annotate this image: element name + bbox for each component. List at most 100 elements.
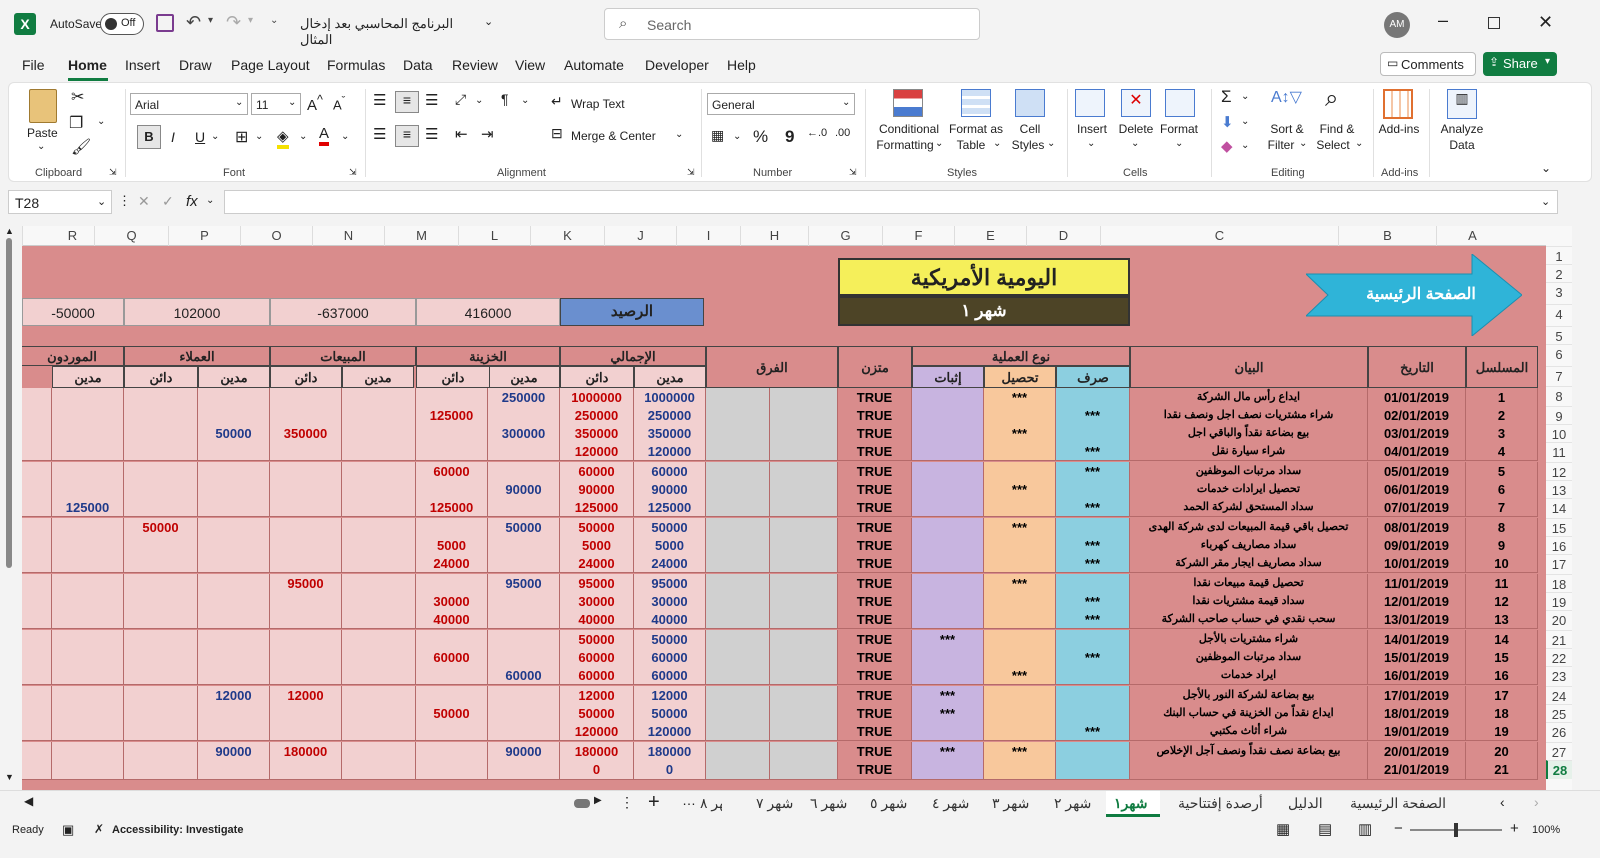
- cell-pr[interactable]: [912, 498, 984, 517]
- cell-sc[interactable]: [22, 722, 52, 741]
- cell-sc[interactable]: [22, 518, 52, 537]
- cell-oc[interactable]: [270, 406, 342, 425]
- cell-n[interactable]: 6: [1466, 480, 1538, 499]
- cell-mc[interactable]: [416, 686, 488, 705]
- cell-qc[interactable]: [124, 742, 198, 761]
- cell-kc[interactable]: 40000: [560, 610, 634, 629]
- cell-jd[interactable]: 1000000: [634, 388, 706, 407]
- cell-nd[interactable]: [342, 518, 416, 537]
- cell-rd[interactable]: [52, 480, 124, 499]
- add-ins-icon[interactable]: [1383, 89, 1413, 119]
- sheet-tab[interactable]: الصفحة الرئيسية: [1350, 795, 1446, 812]
- scroll-down-icon[interactable]: ▼: [5, 772, 14, 782]
- select-all-corner[interactable]: [1546, 226, 1572, 246]
- font-size-select[interactable]: 11 ⌄: [251, 93, 301, 115]
- cell-sc[interactable]: [22, 610, 52, 629]
- cell-rd[interactable]: [52, 518, 124, 537]
- menu-automate[interactable]: Automate: [564, 57, 624, 73]
- row-header[interactable]: 22: [1546, 648, 1572, 667]
- cell-ld[interactable]: [488, 610, 560, 629]
- cell-nd[interactable]: [342, 536, 416, 555]
- cell-sp[interactable]: [1056, 518, 1130, 537]
- scroll-right-icon[interactable]: ▶: [594, 795, 602, 806]
- cell-sp[interactable]: [1056, 760, 1130, 780]
- cell-ld[interactable]: 90000: [488, 742, 560, 761]
- cell-oc[interactable]: [270, 554, 342, 573]
- menu-file[interactable]: File: [22, 57, 45, 73]
- cell-pr[interactable]: [912, 610, 984, 629]
- row-header[interactable]: 11: [1546, 442, 1572, 461]
- cell-kc[interactable]: 350000: [560, 424, 634, 443]
- cell-n[interactable]: 7: [1466, 498, 1538, 517]
- cell-qc[interactable]: [124, 498, 198, 517]
- cell-desc[interactable]: ايداع رأس مال الشركة: [1130, 388, 1368, 407]
- cell-sc[interactable]: [22, 574, 52, 593]
- cell-__h[interactable]: [706, 610, 770, 629]
- cell-ok[interactable]: TRUE: [838, 760, 912, 780]
- cell-desc[interactable]: سحب نقدي في حساب صاحب الشركة: [1130, 610, 1368, 629]
- cell-qc[interactable]: [124, 480, 198, 499]
- cell-ld[interactable]: [488, 704, 560, 723]
- cell-nd[interactable]: [342, 442, 416, 461]
- align-top-icon[interactable]: ☰: [373, 91, 386, 109]
- cell-mc[interactable]: [416, 480, 488, 499]
- document-title[interactable]: البرنامج المحاسبي بعد إدخال المثال: [300, 16, 480, 48]
- cell-oc[interactable]: [270, 704, 342, 723]
- fx-chevron-icon[interactable]: ⌄: [206, 195, 214, 206]
- cell-ok[interactable]: TRUE: [838, 536, 912, 555]
- cell-n[interactable]: 10: [1466, 554, 1538, 573]
- cell-__h[interactable]: [706, 648, 770, 667]
- cell-pd[interactable]: [198, 574, 270, 593]
- cell-pr[interactable]: [912, 760, 984, 780]
- cell-co[interactable]: ***: [984, 574, 1056, 593]
- name-box[interactable]: T28 ⌄: [8, 190, 112, 214]
- cell-styles-label-2[interactable]: Styles: [1011, 137, 1045, 153]
- cell-sc[interactable]: [22, 704, 52, 723]
- cancel-entry-icon[interactable]: ✕: [138, 193, 150, 210]
- cell-ld[interactable]: [488, 406, 560, 425]
- cell-mc[interactable]: 60000: [416, 648, 488, 667]
- cell-ld[interactable]: [488, 722, 560, 741]
- cell-n[interactable]: 15: [1466, 648, 1538, 667]
- cell-oc[interactable]: [270, 666, 342, 685]
- cell-date[interactable]: 04/01/2019: [1368, 442, 1466, 461]
- cell-co[interactable]: ***: [984, 480, 1056, 499]
- cell-kc[interactable]: 125000: [560, 498, 634, 517]
- cell-__h[interactable]: [706, 480, 770, 499]
- cell-__h[interactable]: [706, 722, 770, 741]
- cell-__i[interactable]: [770, 592, 838, 611]
- cell-kc[interactable]: 90000: [560, 480, 634, 499]
- cell-mc[interactable]: [416, 630, 488, 649]
- cell-sc[interactable]: [22, 498, 52, 517]
- cell-date[interactable]: 18/01/2019: [1368, 704, 1466, 723]
- cell-pr[interactable]: [912, 462, 984, 481]
- cell-rd[interactable]: [52, 648, 124, 667]
- cell-n[interactable]: 19: [1466, 722, 1538, 741]
- cell-desc[interactable]: سداد مرتبات الموظفين: [1130, 462, 1368, 481]
- cell-desc[interactable]: تحصيل باقي قيمة المبيعات لدى شركة الهدى: [1130, 518, 1368, 537]
- cell-rd[interactable]: [52, 630, 124, 649]
- cell-rd[interactable]: [52, 704, 124, 723]
- cell-sc[interactable]: [22, 480, 52, 499]
- scroll-thumb[interactable]: [6, 238, 12, 568]
- row-header[interactable]: 13: [1546, 480, 1572, 499]
- cell-nd[interactable]: [342, 424, 416, 443]
- format-cells-icon[interactable]: [1165, 89, 1195, 117]
- sheet-tab[interactable]: الدليل: [1288, 795, 1323, 812]
- align-right-icon[interactable]: ☰: [425, 125, 438, 143]
- cell-desc[interactable]: تحصيل قيمة مبيعات نقدا: [1130, 574, 1368, 593]
- column-header-o[interactable]: O: [240, 226, 312, 246]
- column-header-i[interactable]: I: [676, 226, 740, 246]
- cell-ok[interactable]: TRUE: [838, 592, 912, 611]
- cell-ld[interactable]: 50000: [488, 518, 560, 537]
- cell-mc[interactable]: [416, 518, 488, 537]
- cell-co[interactable]: ***: [984, 742, 1056, 761]
- cell-co[interactable]: [984, 592, 1056, 611]
- cell-kc[interactable]: 1000000: [560, 388, 634, 407]
- cell-nd[interactable]: [342, 666, 416, 685]
- cell-rd[interactable]: [52, 442, 124, 461]
- cell-kc[interactable]: 5000: [560, 536, 634, 555]
- cell-ok[interactable]: TRUE: [838, 610, 912, 629]
- cell-pr[interactable]: [912, 536, 984, 555]
- cell-oc[interactable]: [270, 518, 342, 537]
